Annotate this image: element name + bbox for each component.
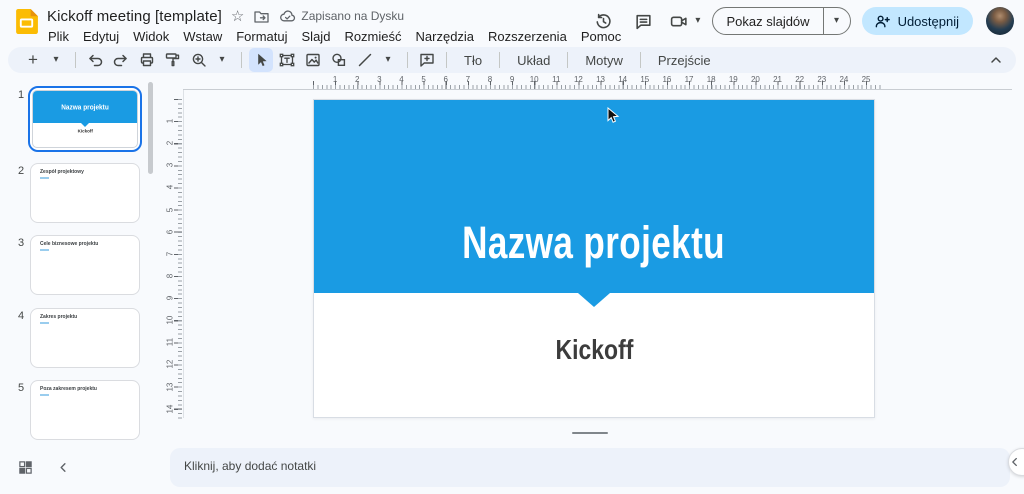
thumb-title: Zakres projektu — [40, 314, 77, 320]
cloud-saved-icon — [279, 8, 296, 25]
slide-number: 1 — [14, 89, 28, 101]
background-button[interactable]: Tło — [453, 53, 493, 68]
present-button-label: Pokaz slajdów — [713, 14, 822, 29]
share-button[interactable]: Udostępnij — [862, 7, 973, 35]
thumb-placeholder-line — [40, 249, 49, 251]
theme-button[interactable]: Motyw — [574, 53, 634, 68]
text-box-button[interactable] — [275, 48, 299, 72]
ruler-border — [183, 90, 184, 418]
toolbar-divider — [241, 52, 242, 68]
google-slides-logo[interactable] — [13, 8, 40, 35]
paint-format-button[interactable] — [161, 48, 185, 72]
thumb-placeholder-line — [40, 394, 49, 396]
horizontal-ruler-ticks — [313, 76, 884, 89]
slide-number: 2 — [14, 165, 28, 177]
slide-title-text[interactable]: Nazwa projektu — [463, 217, 726, 269]
filmstrip-scrollbar[interactable] — [148, 82, 153, 174]
vertical-ruler-ticks — [169, 99, 182, 420]
redo-button[interactable] — [109, 48, 133, 72]
insert-shape-button[interactable] — [327, 48, 351, 72]
toolbar: + ▾ ▾ — [8, 47, 1016, 73]
banner-pointer-shape — [578, 293, 610, 307]
save-status[interactable]: Zapisano na Dysku — [279, 8, 404, 25]
thumb-placeholder-line — [40, 322, 49, 324]
toolbar-divider — [407, 52, 408, 68]
undo-button[interactable] — [83, 48, 107, 72]
line-caret-icon[interactable]: ▾ — [376, 48, 400, 72]
grid-view-button[interactable] — [18, 460, 33, 475]
document-title[interactable]: Kickoff meeting [template] — [47, 8, 222, 25]
menu-widok[interactable]: Widok — [126, 27, 176, 46]
menu-wstaw[interactable]: Wstaw — [176, 27, 229, 46]
version-history-icon[interactable] — [589, 7, 617, 35]
star-icon[interactable]: ☆ — [231, 9, 244, 24]
zoom-button[interactable] — [187, 48, 211, 72]
insert-line-button[interactable] — [353, 48, 377, 72]
slide-number: 4 — [14, 310, 28, 322]
select-tool-button[interactable] — [249, 48, 273, 72]
speaker-notes-placeholder: Kliknij, aby dodać notatki — [184, 459, 316, 473]
menu-plik[interactable]: Plik — [41, 27, 76, 46]
mouse-cursor — [607, 107, 620, 125]
zoom-caret-icon[interactable]: ▾ — [210, 48, 234, 72]
menu-rozmiesc[interactable]: Rozmieść — [337, 27, 408, 46]
menu-bar: Plik Edytuj Widok Wstaw Formatuj Slajd R… — [41, 27, 628, 46]
expand-side-panel-button[interactable] — [1008, 448, 1024, 476]
thumb-title: Poza zakresem projektu — [40, 386, 97, 392]
insert-image-button[interactable] — [301, 48, 325, 72]
slide-subtitle-text[interactable]: Kickoff — [555, 334, 633, 366]
ruler-border — [183, 89, 1012, 90]
new-slide-caret-icon[interactable]: ▾ — [44, 48, 68, 72]
move-to-folder-icon[interactable] — [253, 8, 270, 25]
collapse-filmstrip-icon[interactable] — [57, 461, 70, 474]
slide-thumbnail-5[interactable]: Poza zakresem projektu — [30, 380, 140, 440]
slide-thumbnail-4[interactable]: Zakres projektu — [30, 308, 140, 368]
toolbar-divider — [640, 52, 641, 68]
menu-formatuj[interactable]: Formatuj — [229, 27, 294, 46]
toolbar-divider — [446, 52, 447, 68]
camera-caret-icon[interactable]: ▾ — [695, 16, 700, 26]
new-slide-button[interactable]: + — [21, 48, 45, 72]
insert-comment-button[interactable] — [415, 48, 439, 72]
videocam-icon — [669, 12, 689, 31]
print-button[interactable] — [135, 48, 159, 72]
slide-thumbnail-1[interactable]: Nazwa projektu Kickoff — [28, 86, 142, 152]
toolbar-divider — [499, 52, 500, 68]
meet-camera-button[interactable]: ▾ — [669, 12, 700, 31]
toolbar-divider — [75, 52, 76, 68]
slide-thumbnail-2[interactable]: Zespół projektowy — [30, 163, 140, 223]
thumb-title: Cele biznesowe projektu — [40, 241, 98, 247]
menu-narzedzia[interactable]: Narzędzia — [409, 27, 482, 46]
notes-resize-handle[interactable] — [572, 432, 608, 434]
save-status-text: Zapisano na Dysku — [301, 9, 404, 23]
slide-number: 5 — [14, 382, 28, 394]
menu-slajd[interactable]: Slajd — [295, 27, 338, 46]
hide-menus-button[interactable] — [988, 52, 1004, 68]
layout-button[interactable]: Układ — [506, 53, 561, 68]
account-avatar[interactable] — [986, 7, 1014, 35]
thumb-placeholder-line — [40, 177, 49, 179]
thumb-subtitle: Kickoff — [77, 128, 92, 133]
menu-rozszerzenia[interactable]: Rozszerzenia — [481, 27, 574, 46]
thumb-title: Zespół projektowy — [40, 169, 84, 175]
share-button-label: Udostępnij — [898, 14, 959, 29]
speaker-notes-input[interactable]: Kliknij, aby dodać notatki — [170, 448, 1010, 487]
person-add-icon — [874, 13, 891, 30]
slide-number: 3 — [14, 237, 28, 249]
toolbar-divider — [567, 52, 568, 68]
menu-edytuj[interactable]: Edytuj — [76, 27, 126, 46]
thumb-title: Nazwa projektu — [61, 103, 109, 111]
slide-thumbnail-3[interactable]: Cele biznesowe projektu — [30, 235, 140, 295]
transition-button[interactable]: Przejście — [647, 53, 722, 68]
present-caret-icon[interactable]: ▾ — [824, 16, 850, 26]
slide-canvas[interactable]: Nazwa projektu Kickoff — [313, 99, 875, 418]
present-button[interactable]: Pokaz slajdów ▾ — [712, 7, 850, 35]
comments-icon[interactable] — [629, 7, 657, 35]
